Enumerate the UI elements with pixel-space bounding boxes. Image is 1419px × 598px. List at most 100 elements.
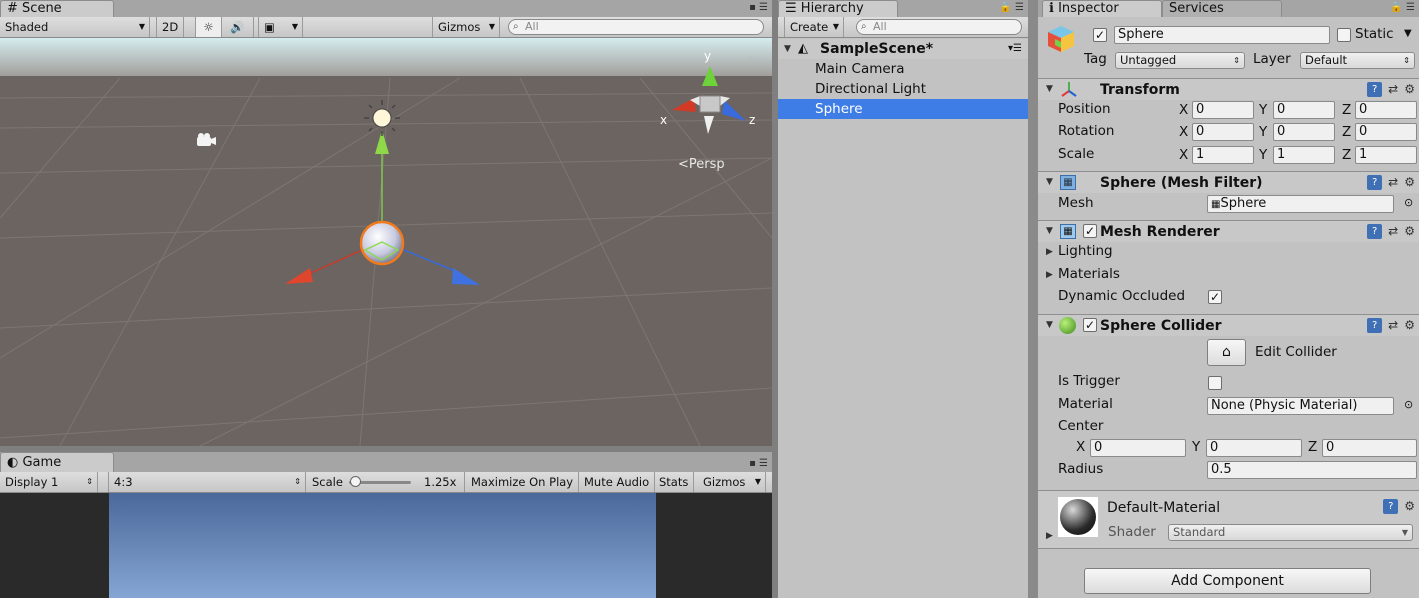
- static-checkbox[interactable]: [1337, 28, 1351, 42]
- panel-divider[interactable]: [1028, 0, 1038, 598]
- shader-dropdown[interactable]: Standard ▼: [1168, 524, 1413, 541]
- lighting-toggle-icon[interactable]: ☼: [195, 17, 222, 37]
- audio-toggle-icon[interactable]: 🔊: [222, 17, 254, 37]
- gear-icon[interactable]: ⚙: [1404, 318, 1415, 334]
- aspect-dropdown[interactable]: 4:3 ⇕: [108, 472, 306, 492]
- persp-label[interactable]: <Persp: [678, 157, 725, 172]
- gear-icon[interactable]: ⚙: [1404, 82, 1415, 98]
- edit-collider-button[interactable]: ⌂: [1207, 339, 1246, 366]
- materials-foldout[interactable]: Materials: [1058, 266, 1120, 282]
- collapse-arrow-icon[interactable]: ▼: [784, 39, 791, 59]
- rotation-x-input[interactable]: 0: [1192, 123, 1254, 141]
- game-gizmos-dropdown[interactable]: Gizmos ▼: [698, 472, 766, 492]
- object-name-input[interactable]: Sphere: [1114, 26, 1330, 44]
- presets-icon[interactable]: ⇄: [1388, 82, 1398, 98]
- panel-menu-icon[interactable]: ▪ ☰: [749, 458, 768, 469]
- scale-x-input[interactable]: 1: [1192, 146, 1254, 164]
- tab-services[interactable]: Services: [1162, 0, 1282, 17]
- mesh-object-field[interactable]: ▦Sphere: [1207, 195, 1394, 213]
- position-z-input[interactable]: 0: [1355, 101, 1417, 119]
- gear-icon[interactable]: ⚙: [1404, 175, 1415, 191]
- collider-material-field[interactable]: None (Physic Material): [1207, 397, 1394, 415]
- scale-slider-thumb[interactable]: [350, 476, 361, 487]
- hierarchy-search-input[interactable]: ⌕ All: [856, 19, 1022, 35]
- center-z-input[interactable]: 0: [1322, 439, 1417, 457]
- expand-arrow-icon[interactable]: ▶: [1046, 270, 1053, 280]
- expand-arrow-icon[interactable]: ▶: [1046, 247, 1053, 257]
- collapse-arrow-icon[interactable]: ▼: [1046, 177, 1053, 187]
- sphere-collider-header[interactable]: ▼ ✓ Sphere Collider ? ⇄ ⚙: [1038, 314, 1419, 336]
- presets-icon[interactable]: ⇄: [1388, 224, 1398, 240]
- rotation-z-input[interactable]: 0: [1355, 123, 1417, 141]
- tab-hierarchy[interactable]: ☰ Hierarchy: [778, 0, 898, 17]
- transform-header[interactable]: ▼ Transform ? ⇄ ⚙: [1038, 78, 1419, 100]
- center-z-label: Z: [1308, 439, 1318, 455]
- scene-toolbar: Shaded ▼ 2D ☼ 🔊 ▣ ▼ Gizmos ▼ ⌕ All: [0, 17, 772, 38]
- static-dropdown-icon[interactable]: ▼: [1404, 28, 1412, 39]
- panel-divider[interactable]: [0, 446, 772, 452]
- effects-dropdown[interactable]: ▣ ▼: [258, 17, 303, 37]
- active-checkbox[interactable]: ✓: [1093, 28, 1107, 42]
- mute-audio-button[interactable]: Mute Audio: [579, 472, 656, 492]
- tab-game[interactable]: ◐ Game: [0, 452, 114, 472]
- lock-menu-icon[interactable]: 🔒 ☰: [1390, 2, 1415, 13]
- scene-menu-icon[interactable]: ▾☰: [1008, 39, 1022, 59]
- scene-root-row[interactable]: ▼ ◭ SampleScene* ▾☰: [778, 39, 1028, 59]
- material-preview-sphere[interactable]: [1058, 497, 1098, 537]
- panel-divider[interactable]: [772, 0, 778, 598]
- position-y-input[interactable]: 0: [1273, 101, 1335, 119]
- position-x-input[interactable]: 0: [1192, 101, 1254, 119]
- help-book-icon[interactable]: ?: [1367, 224, 1383, 239]
- scale-y-input[interactable]: 1: [1273, 146, 1335, 164]
- collapse-arrow-icon[interactable]: ▼: [1046, 320, 1053, 330]
- mesh-filter-header[interactable]: ▼ ▦ Sphere (Mesh Filter) ? ⇄ ⚙: [1038, 171, 1419, 193]
- gear-icon[interactable]: ⚙: [1404, 499, 1415, 515]
- hierarchy-item-directional-light[interactable]: Directional Light: [778, 79, 1028, 99]
- help-book-icon[interactable]: ?: [1367, 318, 1383, 333]
- sphere-collider-enabled-checkbox[interactable]: ✓: [1083, 318, 1097, 332]
- help-book-icon[interactable]: ?: [1367, 82, 1383, 97]
- tag-dropdown[interactable]: Untagged ⇕: [1115, 52, 1245, 69]
- collapse-arrow-icon[interactable]: ▼: [1046, 226, 1053, 236]
- layer-dropdown[interactable]: Default ⇕: [1300, 52, 1415, 69]
- is-trigger-checkbox[interactable]: [1208, 376, 1222, 390]
- stats-button[interactable]: Stats: [654, 472, 695, 492]
- shading-dropdown[interactable]: Shaded ▼: [0, 17, 150, 37]
- scene-search-input[interactable]: ⌕ All: [508, 19, 764, 35]
- tab-scene[interactable]: # Scene: [0, 0, 114, 17]
- center-x-input[interactable]: 0: [1090, 439, 1186, 457]
- rotation-y-input[interactable]: 0: [1273, 123, 1335, 141]
- scene-viewport[interactable]: y x z <Persp ⌂: [0, 38, 772, 446]
- lock-icon[interactable]: ⌂: [748, 54, 754, 65]
- radius-input[interactable]: 0.5: [1207, 461, 1417, 479]
- mode-2d-button[interactable]: 2D: [156, 17, 184, 37]
- hierarchy-item-sphere[interactable]: Sphere: [778, 99, 1028, 119]
- tab-inspector[interactable]: ℹ Inspector: [1042, 0, 1162, 17]
- help-book-icon[interactable]: ?: [1367, 175, 1383, 190]
- mesh-renderer-header[interactable]: ▼ ▦ ✓ Mesh Renderer ? ⇄ ⚙: [1038, 220, 1419, 242]
- scale-z-input[interactable]: 1: [1355, 146, 1417, 164]
- object-picker-icon[interactable]: ⊙: [1404, 398, 1413, 411]
- collapse-arrow-icon[interactable]: ▼: [1046, 84, 1053, 94]
- lock-menu-icon[interactable]: 🔒 ☰: [999, 2, 1024, 13]
- hierarchy-item-main-camera[interactable]: Main Camera: [778, 59, 1028, 79]
- create-dropdown[interactable]: Create ▼: [784, 17, 844, 37]
- presets-icon[interactable]: ⇄: [1388, 175, 1398, 191]
- add-component-button[interactable]: Add Component: [1084, 568, 1371, 594]
- maximize-on-play-button[interactable]: Maximize On Play: [466, 472, 580, 492]
- object-picker-icon[interactable]: ⊙: [1404, 196, 1413, 209]
- display-dropdown[interactable]: Display 1 ⇕: [0, 472, 98, 492]
- game-viewport[interactable]: [0, 493, 772, 598]
- gear-icon[interactable]: ⚙: [1404, 224, 1415, 240]
- image-icon: ▣: [264, 20, 275, 34]
- gizmos-dropdown[interactable]: Gizmos ▼: [432, 17, 500, 37]
- sphere-object[interactable]: [359, 220, 405, 266]
- presets-icon[interactable]: ⇄: [1388, 318, 1398, 334]
- expand-arrow-icon[interactable]: ▶: [1046, 531, 1053, 541]
- dynamic-occluded-checkbox[interactable]: ✓: [1208, 290, 1222, 304]
- lighting-foldout[interactable]: Lighting: [1058, 243, 1113, 259]
- panel-menu-icon[interactable]: ▪ ☰: [749, 2, 768, 13]
- mesh-renderer-enabled-checkbox[interactable]: ✓: [1083, 224, 1097, 238]
- help-book-icon[interactable]: ?: [1383, 499, 1399, 514]
- center-y-input[interactable]: 0: [1206, 439, 1302, 457]
